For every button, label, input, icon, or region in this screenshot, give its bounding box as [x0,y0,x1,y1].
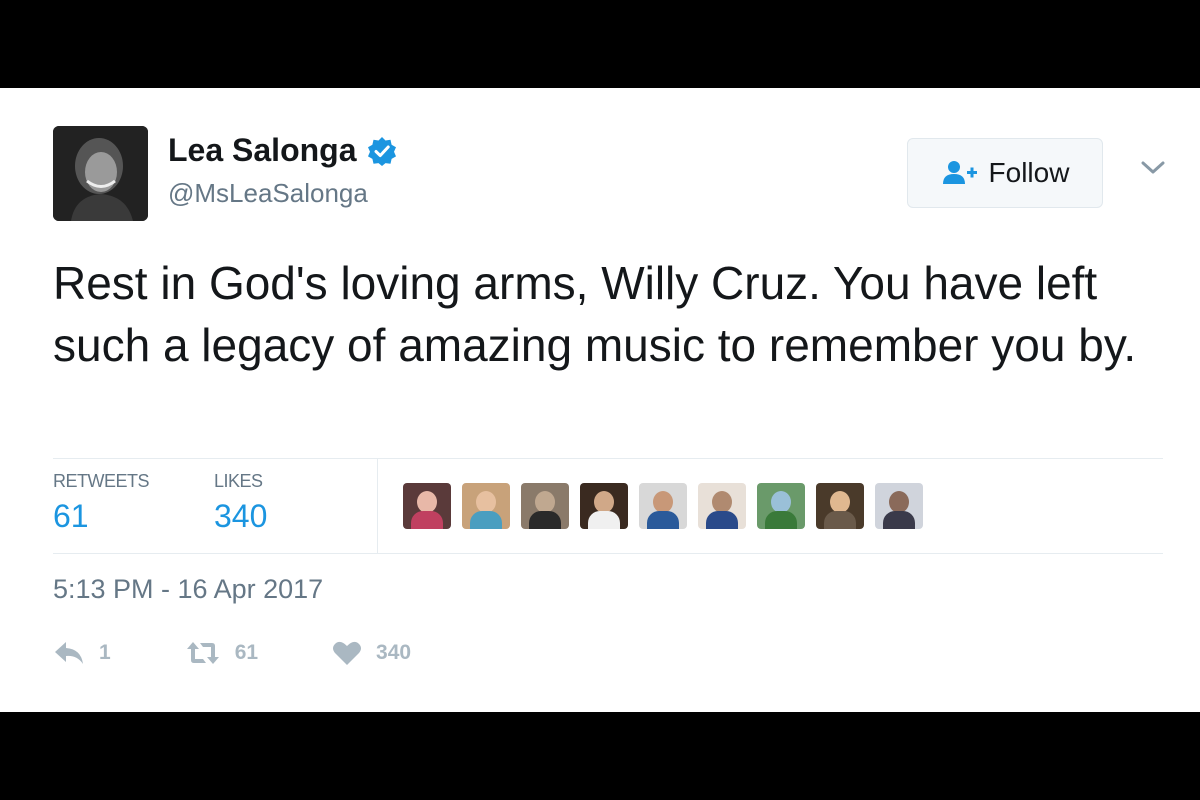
author-name[interactable]: Lea Salonga [168,132,357,169]
like-button[interactable]: 340 [332,640,411,666]
liker-avatars [403,483,923,529]
liker-avatar[interactable] [639,483,687,529]
author-handle[interactable]: @MsLeaSalonga [168,178,368,209]
stats-divider [377,459,378,553]
retweets-stat[interactable]: RETWEETS 61 [53,471,150,535]
liker-avatar[interactable] [698,483,746,529]
liker-avatar[interactable] [403,483,451,529]
retweet-button[interactable]: 61 [185,640,258,666]
tweet-timestamp[interactable]: 5:13 PM - 16 Apr 2017 [53,574,323,605]
avatar[interactable] [53,126,148,221]
retweet-count: 61 [234,641,259,664]
liker-avatar[interactable] [757,483,805,529]
like-count: 340 [376,641,412,664]
chevron-down-icon[interactable] [1140,158,1166,178]
follow-label: Follow [988,157,1070,188]
heart-icon [333,641,362,665]
liker-avatar[interactable] [875,483,923,529]
liker-avatar[interactable] [816,483,864,529]
likes-count: 340 [214,498,268,534]
tweet-actions: 1 61 340 [53,640,411,666]
reply-icon [55,642,83,664]
tweet-card: Lea Salonga @MsLeaSalonga Follow Rest in… [0,88,1200,712]
likes-stat[interactable]: LIKES 340 [214,471,267,535]
follow-button[interactable]: Follow [907,138,1103,208]
liker-avatar[interactable] [580,483,628,529]
liker-avatar[interactable] [462,483,510,529]
likes-label: LIKES [214,471,263,491]
reply-button[interactable]: 1 [53,640,111,666]
tweet-stats: RETWEETS 61 LIKES 340 [53,458,1163,554]
tweet-text: Rest in God's loving arms, Willy Cruz. Y… [53,257,1137,371]
add-user-icon [941,159,979,187]
retweet-icon [186,642,219,664]
liker-avatar[interactable] [521,483,569,529]
verified-badge-icon [367,136,397,166]
reply-count: 1 [99,641,111,664]
retweets-count: 61 [53,498,89,534]
author-name-row: Lea Salonga [168,132,397,169]
retweets-label: RETWEETS [53,471,150,491]
